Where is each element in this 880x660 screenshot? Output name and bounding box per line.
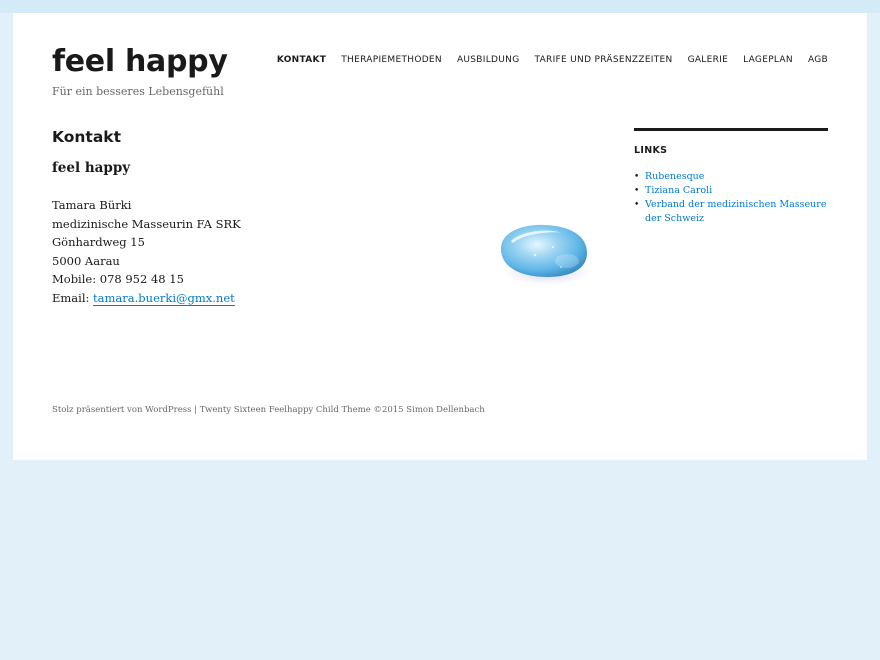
links-widget-title: Links [634,145,668,156]
list-item: Tiziana Caroli [634,184,828,198]
page-container: feel happy Für ein besseres Lebensgefühl… [13,13,867,460]
content-subheading: feel happy [52,160,131,176]
contact-email-link[interactable]: tamara.buerki@gmx.net [93,290,235,306]
contact-address: Tamara Bürki medizinische Masseurin FA S… [52,196,241,307]
nav-item-kontakt: Kontakt [277,47,326,66]
nav-link-kontakt[interactable]: Kontakt [277,55,326,65]
nav-item-therapiemethoden: Therapiemethoden [341,47,442,66]
nav-link-therapiemethoden[interactable]: Therapiemethoden [341,55,442,65]
links-list: Rubenesque Tiziana Caroli Verband der me… [634,170,828,226]
nav-item-agb: AGB [808,47,828,66]
widget-divider [634,128,828,131]
main-navigation: Kontakt Therapiemethoden Ausbildung Tari… [262,47,828,66]
link-verband-masseure[interactable]: Verband der medizinischen Masseure der S… [645,199,826,224]
blue-pebble-image [495,211,595,291]
nav-item-galerie: Galerie [688,47,729,66]
list-item: Rubenesque [634,170,828,184]
site-title[interactable]: feel happy [52,43,228,81]
contact-street: Gönhardweg 15 [52,235,145,249]
nav-item-lageplan: Lageplan [743,47,793,66]
contact-city: 5000 Aarau [52,253,120,268]
sidebar: Links Rubenesque Tiziana Caroli Verband … [634,128,828,226]
link-tiziana-caroli[interactable]: Tiziana Caroli [645,185,712,196]
top-border [0,0,880,13]
contact-name: Tamara Bürki [52,198,132,212]
site-tagline: Für ein besseres Lebensgefühl [52,85,224,98]
contact-mobile: Mobile: 078 952 48 15 [52,272,184,286]
link-rubenesque[interactable]: Rubenesque [645,171,704,182]
nav-item-tarife: Tarife und Präsenzzeiten [534,47,672,66]
page-title: Kontakt [52,128,122,146]
nav-item-ausbildung: Ausbildung [457,47,520,66]
blue-pebble-icon [500,224,591,285]
nav-link-galerie[interactable]: Galerie [688,55,729,65]
list-item: Verband der medizinischen Masseure der S… [634,198,828,226]
nav-link-agb[interactable]: AGB [808,55,828,65]
contact-profession: medizinische Masseurin FA SRK [52,216,241,231]
contact-email-label: Email: [52,290,94,305]
site-footer: Stolz präsentiert von WordPress | Twenty… [52,405,485,415]
nav-link-lageplan[interactable]: Lageplan [743,55,793,65]
nav-link-ausbildung[interactable]: Ausbildung [457,55,520,65]
nav-link-tarife[interactable]: Tarife und Präsenzzeiten [534,55,672,65]
